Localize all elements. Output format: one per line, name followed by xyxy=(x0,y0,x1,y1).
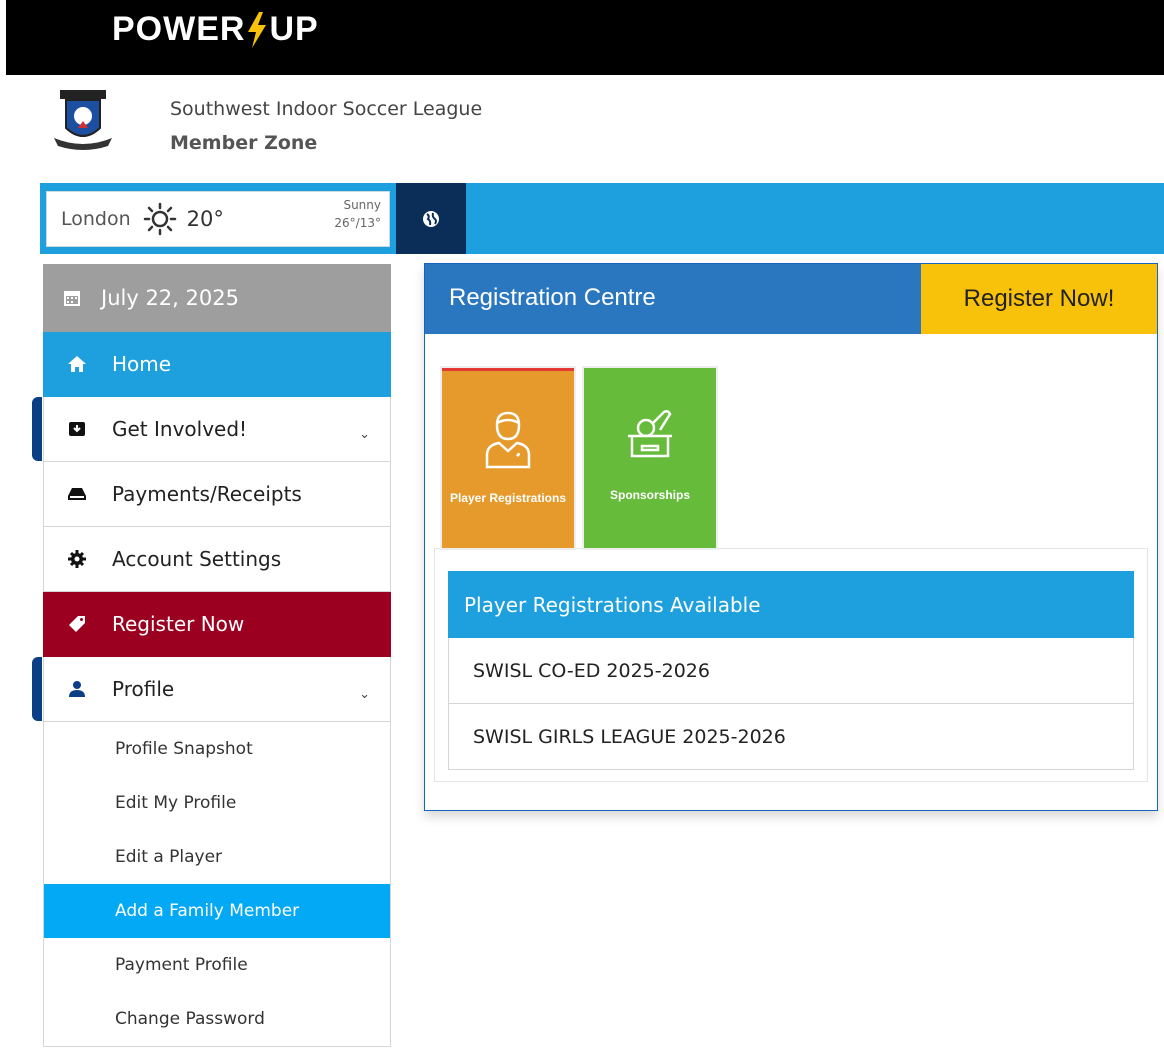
player-icon xyxy=(485,411,531,469)
panel-title: Registration Centre xyxy=(449,284,656,311)
player-registrations-tile[interactable]: Player Registrations xyxy=(442,368,574,548)
powerup-logo[interactable]: POWER UP xyxy=(112,10,319,49)
available-registrations-list: Player Registrations Available SWISL CO-… xyxy=(448,571,1134,770)
sidebar-item-get-involved[interactable]: Get Involved! ⌄ xyxy=(32,397,391,462)
active-section-marker xyxy=(32,657,42,721)
submenu-add-family-member[interactable]: Add a Family Member xyxy=(44,884,390,938)
weather-range: 26°/13° xyxy=(334,216,381,230)
top-bar: POWER UP xyxy=(6,0,1164,75)
list-item[interactable]: SWISL GIRLS LEAGUE 2025-2026 xyxy=(448,704,1134,770)
chevron-down-icon: ⌄ xyxy=(359,687,370,702)
weather-condition: Sunny 26°/13° xyxy=(334,196,381,232)
submenu-profile-snapshot[interactable]: Profile Snapshot xyxy=(44,722,390,776)
sidebar: July 22, 2025 Home Get Involved! ⌄ Payme… xyxy=(32,264,391,1047)
globe-icon xyxy=(423,210,439,227)
user-icon xyxy=(68,680,86,698)
sidebar-item-register-now[interactable]: Register Now xyxy=(43,592,391,657)
tray-icon xyxy=(68,485,86,503)
league-crest-logo[interactable] xyxy=(50,88,116,154)
sidebar-item-label: Profile xyxy=(112,677,175,701)
tag-icon xyxy=(68,615,86,633)
sun-icon xyxy=(143,202,176,236)
lightning-icon xyxy=(248,11,267,48)
tile-label: Player Registrations xyxy=(449,491,567,505)
sidebar-item-label: Home xyxy=(112,352,172,376)
language-button[interactable] xyxy=(396,183,466,254)
sidebar-item-label: Account Settings xyxy=(112,547,282,571)
weather-temperature: 20° xyxy=(186,207,224,231)
donation-icon xyxy=(628,410,672,458)
weather-condition-text: Sunny xyxy=(343,198,381,212)
active-section-marker xyxy=(32,397,42,461)
gear-icon xyxy=(68,550,86,568)
org-name: Southwest Indoor Soccer League xyxy=(170,98,483,120)
tile-label: Sponsorships xyxy=(609,488,690,502)
home-icon xyxy=(68,355,86,373)
sidebar-item-account-settings[interactable]: Account Settings xyxy=(43,527,391,592)
panel-header: Registration Centre Register Now! xyxy=(425,264,1157,334)
inbox-icon xyxy=(68,420,86,438)
sidebar-item-label: Payments/Receipts xyxy=(112,482,302,506)
weather-widget[interactable]: London 20° Sunny 26°/13° xyxy=(46,191,390,247)
sidebar-item-profile[interactable]: Profile ⌄ xyxy=(32,657,391,722)
list-heading: Player Registrations Available xyxy=(448,571,1134,638)
profile-submenu: Profile Snapshot Edit My Profile Edit a … xyxy=(43,722,391,1047)
submenu-payment-profile[interactable]: Payment Profile xyxy=(44,938,390,992)
calendar-icon xyxy=(64,291,80,306)
chevron-down-icon: ⌄ xyxy=(359,427,370,442)
submenu-change-password[interactable]: Change Password xyxy=(44,992,390,1046)
utility-strip: London 20° Sunny 26°/13° xyxy=(40,183,1164,254)
submenu-edit-my-profile[interactable]: Edit My Profile xyxy=(44,776,390,830)
sidebar-item-label: Get Involved! xyxy=(112,417,248,441)
sidebar-item-home[interactable]: Home xyxy=(43,332,391,397)
sidebar-item-label: Register Now xyxy=(112,612,245,636)
brand-left: POWER xyxy=(112,10,246,48)
weather-city: London xyxy=(61,208,131,230)
member-zone-title: Member Zone xyxy=(170,132,318,154)
brand-right: UP xyxy=(269,10,319,48)
register-now-button[interactable]: Register Now! xyxy=(921,264,1157,334)
list-item[interactable]: SWISL CO-ED 2025-2026 xyxy=(448,638,1134,704)
sidebar-date-text: July 22, 2025 xyxy=(101,286,239,310)
sponsorships-tile[interactable]: Sponsorships xyxy=(584,368,716,548)
submenu-edit-a-player[interactable]: Edit a Player xyxy=(44,830,390,884)
sidebar-item-payments[interactable]: Payments/Receipts xyxy=(43,462,391,527)
sidebar-date: July 22, 2025 xyxy=(43,264,391,332)
